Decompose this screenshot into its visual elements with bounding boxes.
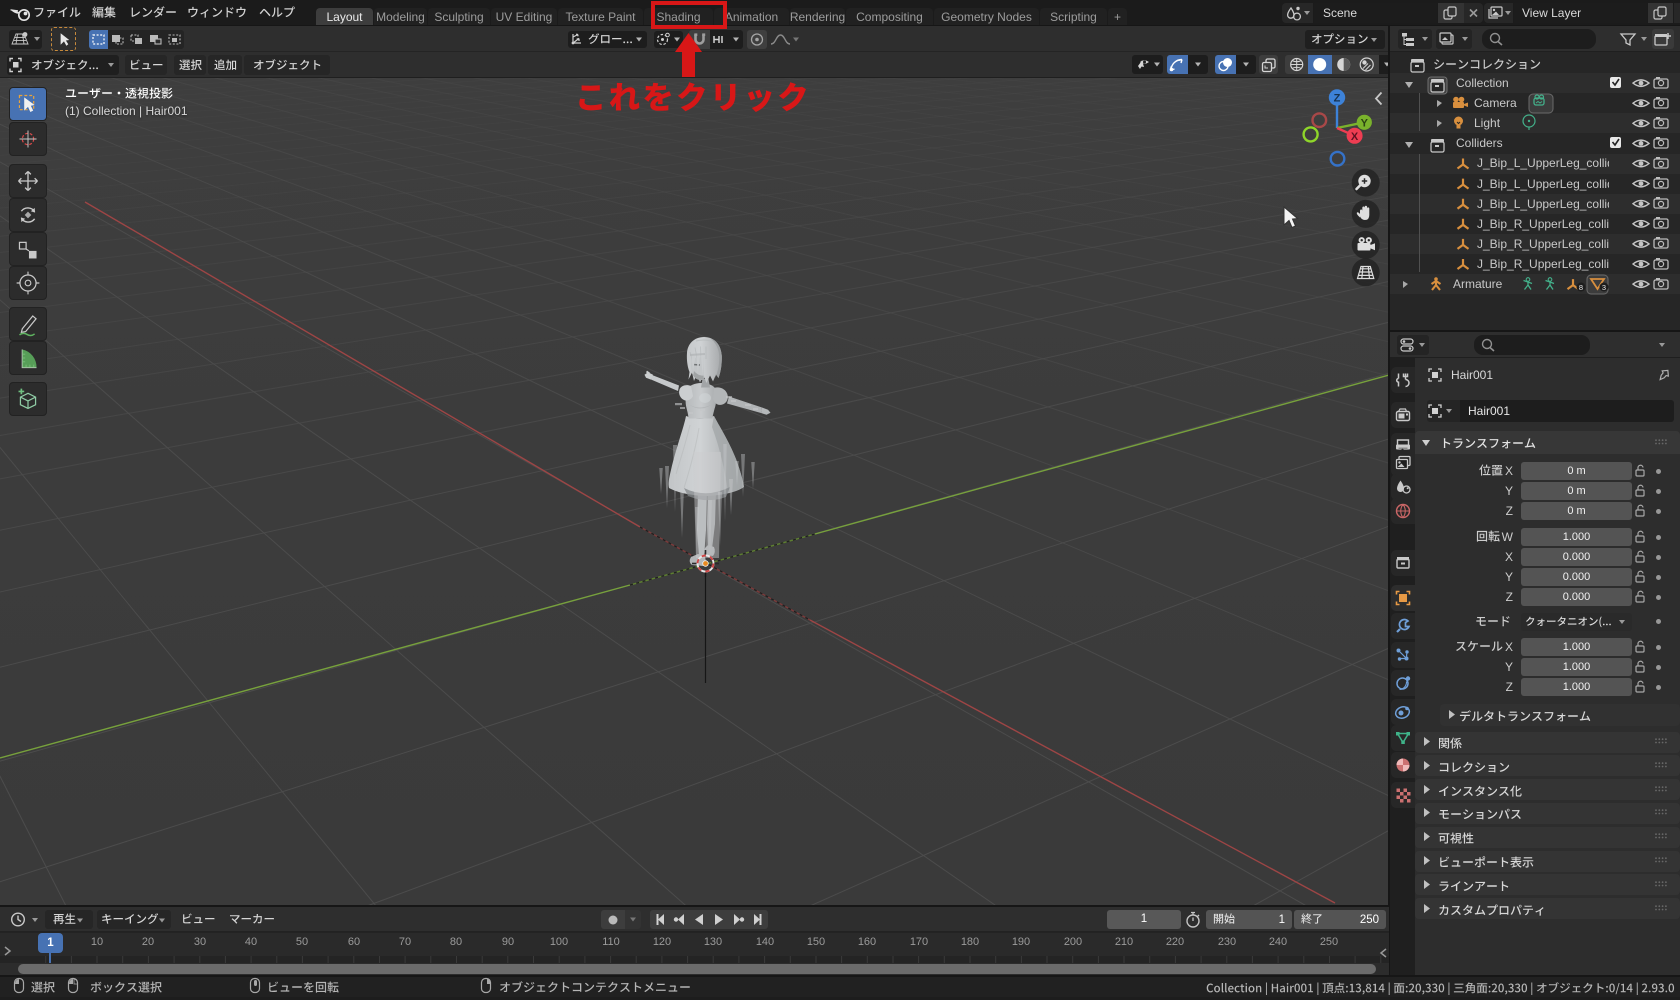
- svg-text:Z: Z: [1334, 93, 1341, 105]
